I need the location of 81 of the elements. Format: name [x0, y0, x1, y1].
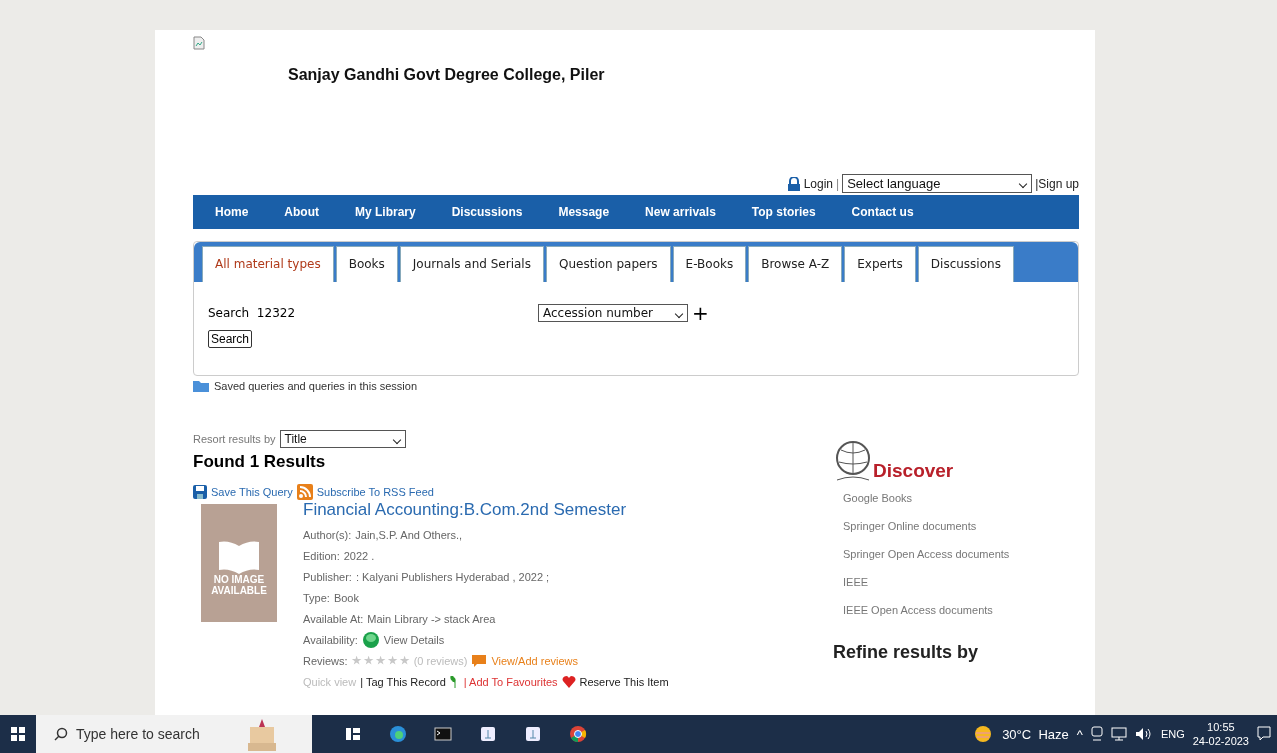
clock-time: 10:55	[1207, 720, 1235, 734]
field-value: Book	[333, 591, 359, 604]
add-button[interactable]: +	[692, 305, 709, 321]
field-label: Type:	[303, 591, 330, 604]
field-label: Availability:	[303, 633, 358, 646]
login-link[interactable]: Login	[803, 176, 834, 191]
resort-label: Resort results by	[193, 433, 276, 445]
nav-link[interactable]: Top stories	[751, 205, 816, 219]
language-select[interactable]: Select language	[842, 174, 1033, 193]
cover-text: AVAILABLE	[211, 585, 267, 596]
discover-link[interactable]: Springer Online documents	[843, 520, 1010, 532]
weather-text: 30°C Haze	[1002, 726, 1069, 742]
tag-record-link[interactable]: | Tag This Record	[360, 675, 446, 688]
separator: |	[836, 176, 840, 191]
speech-bubble-icon	[471, 653, 488, 668]
open-book-icon	[217, 540, 261, 574]
field-value: Jain,S.P. And Others.,	[355, 528, 463, 541]
sort-select[interactable]: Title	[279, 430, 406, 448]
rss-feed-link[interactable]: Subscribe To RSS Feed	[316, 486, 434, 498]
tab[interactable]: Experts	[844, 246, 916, 282]
lock-icon	[786, 176, 801, 191]
rss-icon	[296, 484, 313, 500]
nav-link[interactable]: My Library	[355, 205, 416, 219]
search-icon	[54, 727, 68, 741]
discover-link[interactable]: Google Books	[843, 492, 1010, 504]
field-select[interactable]: Accession number	[538, 304, 688, 322]
discover-heading: Discover	[873, 460, 954, 482]
chrome-browser-icon[interactable]	[567, 724, 588, 744]
tab[interactable]: Question papers	[545, 246, 671, 282]
signup-link[interactable]: |Sign up	[1035, 176, 1079, 191]
language-indicator[interactable]: ENG	[1160, 728, 1185, 740]
nav-link[interactable]: Message	[558, 205, 610, 219]
terminal-icon[interactable]	[432, 724, 453, 744]
field-label: Publisher:	[303, 570, 352, 583]
field-value: 2022 .	[343, 549, 375, 562]
tab[interactable]: Discussions	[917, 246, 1014, 282]
nav-link[interactable]: Contact us	[851, 205, 914, 219]
broken-image-icon	[193, 36, 205, 50]
field-label: Edition:	[303, 549, 340, 562]
saved-queries-link[interactable]: Saved queries and queries in this session	[214, 380, 417, 392]
search-label: Search 12322	[208, 306, 297, 320]
speaker-icon	[1134, 727, 1153, 741]
nav-link[interactable]: New arrivals	[645, 205, 716, 219]
refine-heading: Refine results by	[833, 642, 980, 663]
tab[interactable]: All material types	[202, 246, 334, 282]
taskbar-search-field[interactable]: Type here to search	[36, 715, 312, 753]
heart-icon	[561, 675, 576, 688]
field-value: Main Library -> stack Area	[367, 612, 496, 625]
folder-icon	[193, 380, 209, 392]
tab[interactable]: Books	[335, 246, 398, 282]
discover-link[interactable]: Springer Open Access documents	[843, 548, 1010, 560]
discover-link[interactable]: IEEE Open Access documents	[843, 604, 1010, 616]
favourites-link[interactable]: | Add To Favourites	[463, 675, 558, 688]
result-title-link[interactable]: Financial Accounting:B.Com.2nd Semester	[303, 500, 669, 520]
tab[interactable]: Journals and Serials	[399, 246, 544, 282]
field-label: Reviews:	[303, 654, 348, 667]
view-details-link[interactable]: View Details	[383, 633, 445, 646]
browser-icon[interactable]	[387, 724, 408, 744]
results-heading: Found 1 Results	[193, 452, 327, 472]
nav-link[interactable]: Home	[215, 205, 249, 219]
cover-text: NO IMAGE	[213, 574, 265, 585]
tab[interactable]: Browse A-Z	[748, 246, 843, 282]
network-monitor-icon	[1110, 727, 1127, 741]
reserve-link[interactable]: Reserve This Item	[579, 675, 669, 688]
nav-link[interactable]: About	[284, 205, 319, 219]
nav-link[interactable]: Discussions	[451, 205, 523, 219]
field-label: Available At:	[303, 612, 364, 625]
field-label: Author(s):	[303, 528, 352, 541]
site-title: Sanjay Gandhi Govt Degree College, Piler	[288, 66, 606, 84]
clock-date: 24-02-2023	[1192, 734, 1249, 748]
field-value: : Kalyani Publishers Hyderabad , 2022 ;	[355, 570, 550, 583]
tray-expand-button[interactable]: ^	[1076, 726, 1083, 742]
search-button[interactable]: Search	[208, 330, 253, 348]
windows-logo-icon	[11, 727, 25, 741]
tab[interactable]: E-Books	[672, 246, 747, 282]
discover-link[interactable]: IEEE	[843, 576, 1010, 588]
status-icon	[361, 630, 380, 649]
globe-sketch-icon	[833, 438, 873, 484]
review-count: (0 reviews)	[413, 654, 468, 667]
save-query-link[interactable]: Save This Query	[211, 486, 293, 498]
notification-icon	[1257, 726, 1271, 742]
